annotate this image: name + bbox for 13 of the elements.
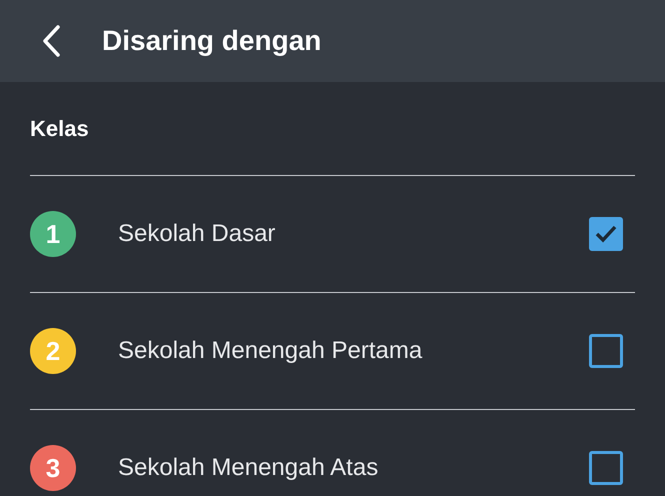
header-title: Disaring dengan (102, 24, 322, 58)
check-icon (594, 224, 618, 244)
section-title: Kelas (30, 115, 89, 143)
number-badge: 2 (30, 328, 76, 374)
checkbox[interactable] (589, 451, 623, 485)
back-icon (41, 24, 61, 58)
option-label: Sekolah Menengah Atas (118, 453, 380, 483)
checkbox[interactable] (589, 334, 623, 368)
option-label: Sekolah Menengah Pertama (118, 336, 424, 366)
number-badge: 1 (30, 211, 76, 257)
checkbox[interactable] (589, 217, 623, 251)
option-label: Sekolah Dasar (118, 219, 276, 249)
number-badge: 3 (30, 445, 76, 491)
